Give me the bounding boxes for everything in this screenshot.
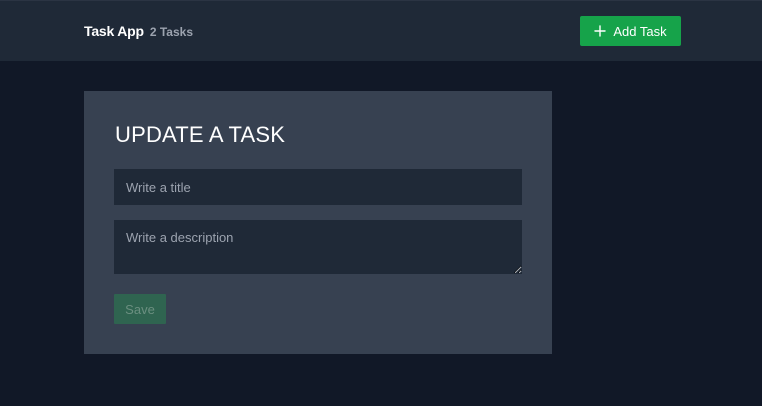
save-button[interactable]: Save	[114, 294, 166, 324]
title-input[interactable]	[114, 169, 522, 205]
top-navbar: Task App 2 Tasks Add Task	[0, 0, 762, 61]
update-task-form: UPDATE A TASK Save	[84, 91, 552, 354]
plus-icon	[594, 25, 607, 37]
task-count: 2 Tasks	[149, 25, 194, 39]
app-title: Task App	[84, 23, 144, 39]
description-input[interactable]	[114, 220, 522, 274]
add-task-label: Add Task	[613, 23, 667, 39]
form-heading: UPDATE A TASK	[115, 122, 286, 147]
add-task-button[interactable]: Add Task	[580, 16, 681, 46]
brand: Task App 2 Tasks	[84, 23, 193, 39]
